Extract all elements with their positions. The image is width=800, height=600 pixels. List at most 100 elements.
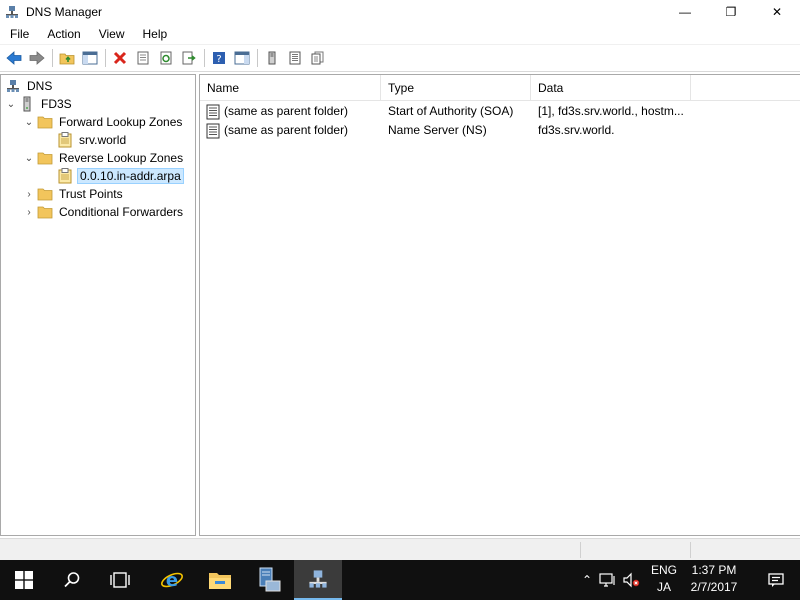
task-view-icon bbox=[110, 572, 130, 588]
ime-code: JA bbox=[656, 580, 671, 594]
properties-icon[interactable] bbox=[132, 47, 154, 69]
close-button[interactable]: ✕ bbox=[754, 0, 800, 24]
record-name: (same as parent folder) bbox=[224, 104, 349, 118]
tree-node-reverse-zone-0-0-10[interactable]: 0.0.10.in-addr.arpa bbox=[55, 167, 184, 185]
clock[interactable]: 1:37 PM 2/7/2017 bbox=[684, 562, 744, 598]
record-name-cell: (same as parent folder) bbox=[200, 102, 381, 121]
column-header-name[interactable]: Name bbox=[200, 75, 381, 101]
delete-icon[interactable] bbox=[109, 47, 131, 69]
table-row[interactable]: (same as parent folder) Start of Authori… bbox=[200, 102, 800, 121]
record-name: (same as parent folder) bbox=[224, 123, 349, 137]
tree-node-forward-zones[interactable]: ⌄ Forward Lookup Zones bbox=[23, 113, 184, 131]
toolbar-separator bbox=[204, 49, 205, 67]
tree-node-trust-points[interactable]: › Trust Points bbox=[23, 185, 125, 203]
refresh-icon[interactable] bbox=[155, 47, 177, 69]
search-icon bbox=[64, 572, 80, 588]
chevron-right-icon[interactable]: › bbox=[23, 203, 35, 221]
menu-action[interactable]: Action bbox=[37, 24, 88, 44]
menu-view[interactable]: View bbox=[89, 24, 133, 44]
svg-text:e: e bbox=[166, 570, 178, 591]
tree-label-trust-points: Trust Points bbox=[59, 187, 123, 201]
tree-label-reverse-zone: 0.0.10.in-addr.arpa bbox=[77, 168, 184, 184]
action-center-button[interactable] bbox=[752, 560, 800, 600]
title-bar: DNS Manager — ❐ ✕ bbox=[0, 0, 800, 24]
toolbar-separator bbox=[105, 49, 106, 67]
dns-app-icon bbox=[4, 4, 20, 20]
show-action-pane-icon[interactable] bbox=[231, 47, 253, 69]
svg-text:?: ? bbox=[216, 54, 221, 65]
zone-icon bbox=[57, 168, 73, 184]
volume-muted-icon[interactable] bbox=[620, 572, 642, 588]
record-type: Name Server (NS) bbox=[388, 123, 487, 137]
column-header-data[interactable]: Data bbox=[531, 75, 691, 101]
record-list-icon[interactable] bbox=[284, 47, 306, 69]
task-view-button[interactable] bbox=[96, 560, 144, 600]
windows-logo-icon bbox=[15, 571, 33, 589]
record-name-cell: (same as parent folder) bbox=[200, 121, 381, 140]
internet-explorer-button[interactable]: e bbox=[148, 560, 196, 600]
menu-file[interactable]: File bbox=[0, 24, 37, 44]
folder-icon bbox=[37, 150, 53, 166]
list-header: Name Type Data bbox=[200, 75, 800, 101]
start-button[interactable] bbox=[0, 560, 48, 600]
record-type: Start of Authority (SOA) bbox=[388, 104, 514, 118]
chevron-right-icon[interactable]: › bbox=[23, 185, 35, 203]
server-icon[interactable] bbox=[261, 47, 283, 69]
server-icon bbox=[19, 96, 35, 112]
zone-icon bbox=[57, 132, 73, 148]
input-language-indicator[interactable]: ENG JA bbox=[650, 562, 678, 598]
up-folder-icon[interactable] bbox=[56, 47, 78, 69]
server-manager-icon bbox=[259, 567, 281, 592]
copy-records-icon[interactable] bbox=[307, 47, 329, 69]
minimize-button[interactable]: — bbox=[662, 0, 708, 24]
status-divider bbox=[580, 542, 581, 558]
server-manager-button[interactable] bbox=[246, 560, 294, 600]
tree-node-reverse-zones[interactable]: ⌄ Reverse Lookup Zones bbox=[23, 149, 185, 167]
chevron-up-icon[interactable]: ⌃ bbox=[578, 573, 596, 587]
show-hide-console-tree-icon[interactable] bbox=[79, 47, 101, 69]
menu-bar: File Action View Help bbox=[0, 24, 800, 44]
window-title: DNS Manager bbox=[26, 5, 103, 19]
help-icon[interactable]: ? bbox=[208, 47, 230, 69]
export-list-icon[interactable] bbox=[178, 47, 200, 69]
tree-node-forward-zone-srv-world[interactable]: srv.world bbox=[55, 131, 128, 149]
tree-label-forward-zones: Forward Lookup Zones bbox=[59, 115, 183, 129]
dns-manager-taskbar-button[interactable] bbox=[294, 560, 342, 600]
system-tray: ⌃ bbox=[578, 560, 642, 600]
folder-icon bbox=[37, 204, 53, 220]
records-list[interactable]: Name Type Data (same as parent folder) S… bbox=[199, 74, 800, 536]
tree-label-reverse-zones: Reverse Lookup Zones bbox=[59, 151, 184, 165]
menu-help[interactable]: Help bbox=[133, 24, 176, 44]
clock-time: 1:37 PM bbox=[691, 563, 737, 577]
file-explorer-button[interactable] bbox=[196, 560, 244, 600]
chevron-down-icon[interactable]: ⌄ bbox=[5, 95, 17, 113]
forward-arrow-icon[interactable] bbox=[26, 47, 48, 69]
toolbar: ? bbox=[0, 44, 800, 72]
status-divider bbox=[690, 542, 691, 558]
internet-explorer-icon: e bbox=[161, 570, 183, 591]
search-button[interactable] bbox=[48, 560, 96, 600]
chevron-down-icon[interactable]: ⌄ bbox=[23, 113, 35, 131]
record-data: [1], fd3s.srv.world., hostm... bbox=[538, 104, 684, 118]
back-arrow-icon[interactable] bbox=[3, 47, 25, 69]
language-code: ENG bbox=[650, 563, 677, 577]
record-icon bbox=[205, 104, 221, 120]
tree-node-server[interactable]: ⌄ FD3S bbox=[5, 95, 74, 113]
toolbar-separator bbox=[257, 49, 258, 67]
console-tree[interactable]: DNS ⌄ FD3S ⌄ Forward Lookup Zones srv.wo… bbox=[0, 74, 196, 536]
tree-label-conditional-forwarders: Conditional Forwarders bbox=[59, 205, 184, 219]
tree-node-dns[interactable]: DNS bbox=[3, 77, 54, 95]
tree-node-conditional-forwarders[interactable]: › Conditional Forwarders bbox=[23, 203, 185, 221]
dns-root-icon bbox=[5, 78, 21, 94]
record-icon bbox=[205, 123, 221, 139]
record-data: fd3s.srv.world. bbox=[538, 123, 615, 137]
tree-label-server: FD3S bbox=[41, 97, 72, 111]
column-header-type[interactable]: Type bbox=[381, 75, 531, 101]
clock-date: 2/7/2017 bbox=[690, 580, 738, 594]
maximize-button[interactable]: ❐ bbox=[708, 0, 754, 24]
chevron-down-icon[interactable]: ⌄ bbox=[23, 149, 35, 167]
folder-icon bbox=[37, 114, 53, 130]
network-icon[interactable] bbox=[596, 572, 620, 588]
table-row[interactable]: (same as parent folder) Name Server (NS)… bbox=[200, 121, 800, 140]
notification-icon bbox=[768, 573, 784, 587]
